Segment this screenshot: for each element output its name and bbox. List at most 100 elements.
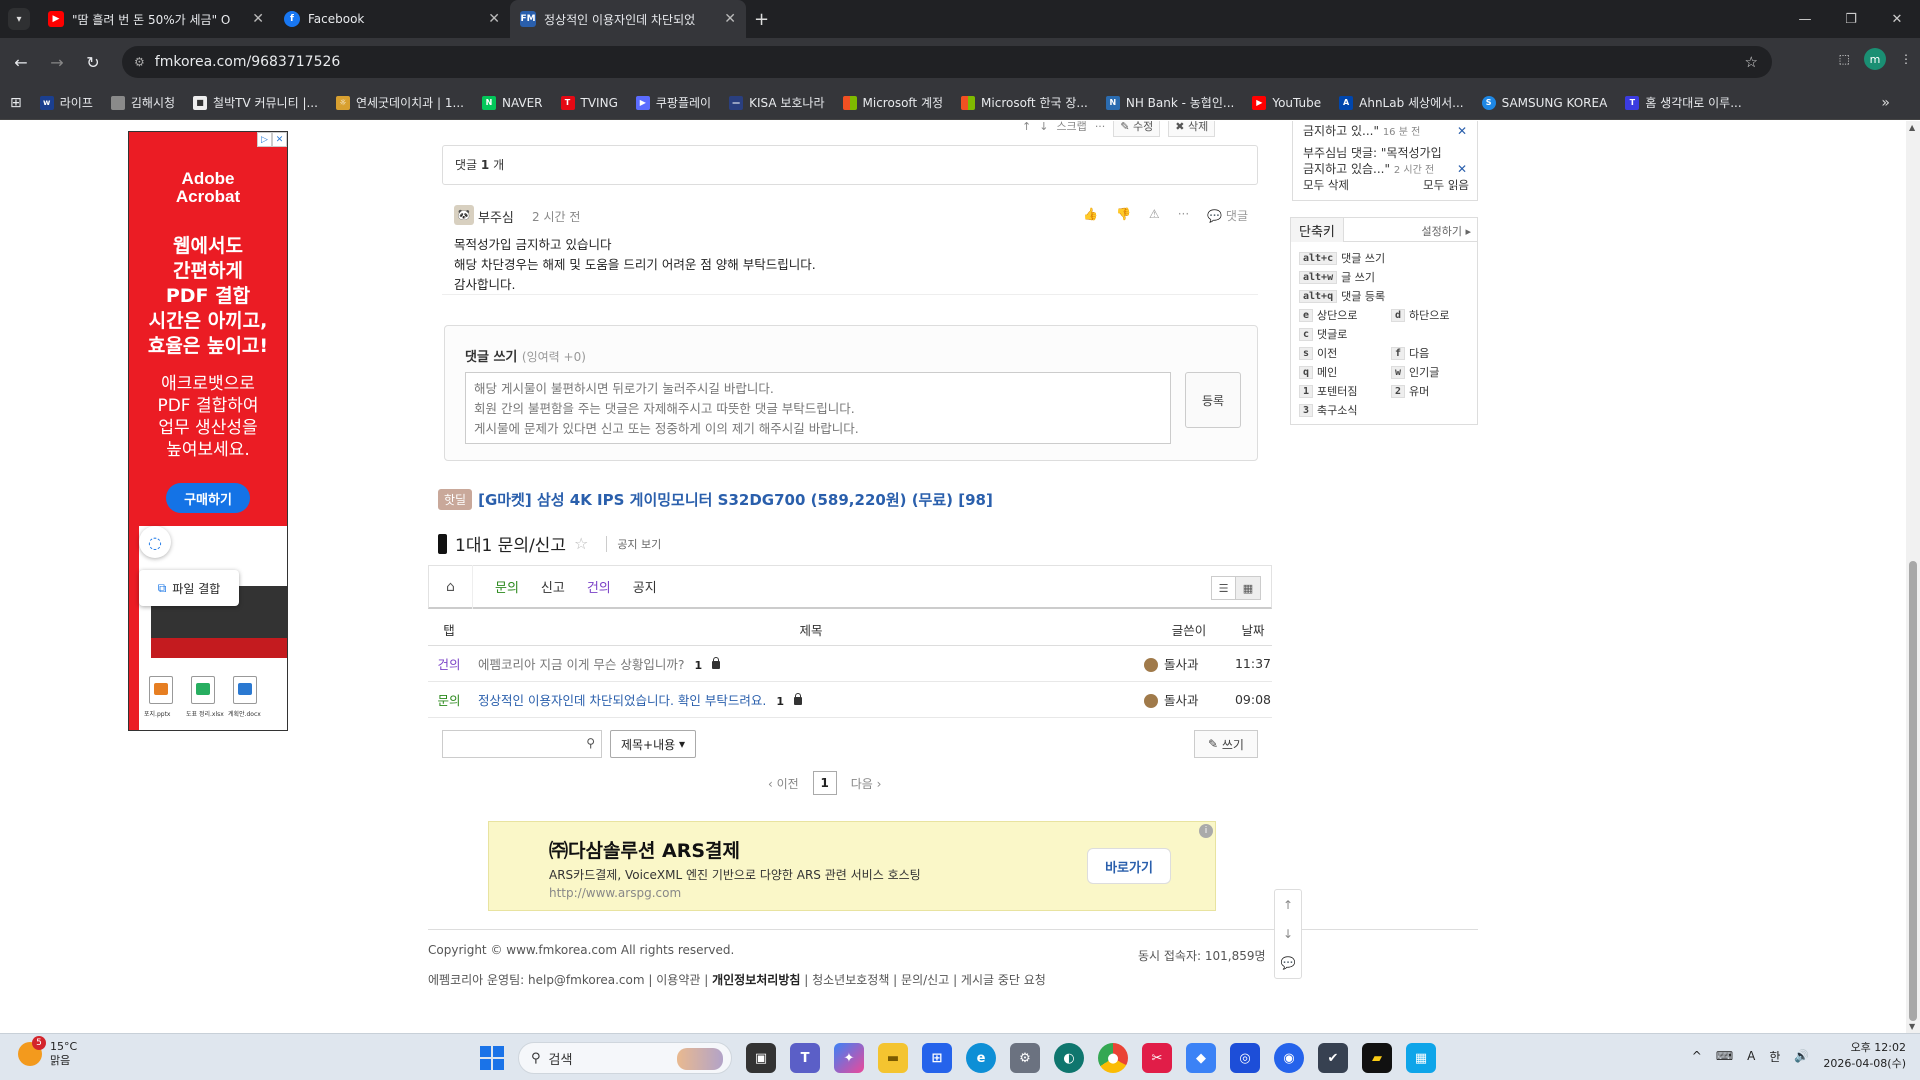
ad-close-icon[interactable]: ✕ [272, 132, 287, 147]
bookmark-item[interactable]: Microsoft 계정 [842, 94, 943, 111]
bookmark-item[interactable]: ■ 철박TV 커뮤니티 |... [193, 94, 318, 111]
footer-link-youth[interactable]: 청소년보호정책 [812, 973, 889, 987]
windows-start-icon[interactable] [480, 1046, 504, 1070]
read-all-notifications[interactable]: 모두 읽음 [1423, 177, 1469, 193]
bookmark-item[interactable]: N NH Bank - 농협인... [1105, 94, 1234, 111]
sticky-notes-icon[interactable]: ▰ [1362, 1043, 1392, 1073]
tab-notice[interactable]: 공지 [633, 577, 657, 596]
settings-icon[interactable]: ⚙ [1010, 1043, 1040, 1073]
bookmark-item[interactable]: T TVING [560, 95, 618, 110]
home-icon[interactable]: ⌂ [429, 564, 473, 609]
delete-all-notifications[interactable]: 모두 삭제 [1303, 178, 1349, 192]
calendar-icon[interactable]: ▦ [1406, 1043, 1436, 1073]
app-icon[interactable]: ◉ [1274, 1043, 1304, 1073]
row-author[interactable]: 돌사과 [1164, 657, 1199, 672]
tab-report[interactable]: 신고 [541, 577, 565, 596]
adobe-ad-banner[interactable]: ▷ ✕ Adobe Acrobat 웹에서도 간편하게 PDF 결합 시간은 아… [128, 131, 288, 731]
network-volume-icon[interactable]: 🔊 [1794, 1049, 1809, 1063]
search-icon[interactable]: ⚲ [586, 736, 595, 750]
footer-link-report[interactable]: 문의/신고 [901, 973, 949, 987]
favorite-star-icon[interactable]: ☆ [574, 534, 588, 553]
file-explorer-icon[interactable]: ▬ [878, 1043, 908, 1073]
ad-info-icon[interactable]: i [1199, 824, 1213, 838]
vote-up-icon[interactable]: ↑ [1022, 121, 1031, 133]
profile-avatar[interactable]: m [1864, 48, 1886, 70]
board-search-input[interactable]: ⚲ [442, 730, 602, 758]
keyboard-icon[interactable]: ⌨ [1716, 1049, 1733, 1063]
row-category[interactable]: 문의 [428, 681, 470, 718]
search-scope-select[interactable]: 제목+내용 ▾ [610, 730, 696, 758]
copilot-icon[interactable]: ✦ [834, 1043, 864, 1073]
report-icon[interactable]: ⚠ [1149, 207, 1160, 224]
footer-link-terms[interactable]: 이용약관 [656, 973, 700, 987]
ime-mode-a[interactable]: A [1747, 1049, 1755, 1063]
minimize-icon[interactable]: — [1782, 0, 1828, 38]
bookmark-item[interactable]: 김해시청 [110, 94, 175, 111]
scroll-comments-icon[interactable]: 💬 [1281, 956, 1296, 970]
bookmark-item[interactable]: ▶ 쿠팡플레이 [635, 94, 711, 111]
taskbar-search[interactable]: ⚲ 검색 [518, 1042, 732, 1074]
close-icon[interactable]: ✕ [724, 11, 736, 27]
more-icon[interactable]: ··· [1095, 121, 1106, 133]
address-bar[interactable]: ⚙ fmkorea.com/9683717526 ☆ [122, 46, 1772, 78]
extensions-icon[interactable]: ⬚ [1839, 52, 1850, 66]
scroll-down-arrow-icon[interactable]: ▼ [1909, 1022, 1915, 1031]
new-tab-button[interactable]: + [754, 9, 769, 30]
scrap-button[interactable]: 스크랩 [1056, 121, 1086, 134]
current-page[interactable]: 1 [812, 771, 837, 795]
close-window-icon[interactable]: ✕ [1874, 0, 1920, 38]
tab-facebook[interactable]: f Facebook ✕ [274, 0, 510, 38]
site-info-icon[interactable]: ⚙ [134, 55, 145, 69]
page-scrollbar[interactable]: ▲ ▼ [1906, 121, 1920, 1033]
prev-page-link[interactable]: ‹ 이전 [768, 775, 799, 792]
bookmark-item[interactable]: ☼ 연세굿데이치과 | 1... [335, 94, 464, 111]
app-icon[interactable]: ◎ [1230, 1043, 1260, 1073]
hotdeal-link[interactable]: 핫딜 [G마켓] 삼성 4K IPS 게이밍모니터 S32DG700 (589,… [438, 489, 993, 510]
ad-buy-button[interactable]: 구매하기 [166, 483, 250, 513]
close-icon[interactable]: ✕ [1457, 161, 1467, 177]
ime-mode-han[interactable]: 한 [1769, 1048, 1780, 1065]
table-row[interactable]: 건의 에펨코리아 지금 이게 무슨 상황입니까? 1 돌사과 11:37 [428, 645, 1272, 682]
scroll-bottom-icon[interactable]: ↓ [1283, 927, 1293, 941]
grid-view-icon[interactable]: ▦ [1236, 577, 1260, 599]
scroll-top-icon[interactable]: ↑ [1283, 898, 1293, 912]
close-icon[interactable]: ✕ [252, 11, 264, 27]
teams-icon[interactable]: T [790, 1043, 820, 1073]
bookmark-item[interactable]: N NAVER [481, 95, 543, 110]
comment-textarea[interactable]: 해당 게시물이 불편하시면 뒤로가기 눌러주시길 바랍니다. 회원 간의 불편함… [465, 372, 1171, 444]
bookmark-item[interactable]: A AhnLab 세상에서... [1339, 94, 1464, 111]
ars-ad-banner[interactable]: ㈜다삼솔루션 ARS결제 ARS카드결제, VoiceXML 엔진 기반으로 다… [488, 821, 1216, 911]
notice-link[interactable]: 공지 보기 [606, 535, 661, 552]
vote-down-icon[interactable]: ↓ [1039, 121, 1048, 133]
menu-icon[interactable]: ⋮ [1900, 52, 1912, 66]
next-page-link[interactable]: 다음 › [851, 775, 882, 792]
ad-info-icon[interactable]: ▷ [257, 132, 272, 147]
back-icon[interactable]: ← [6, 47, 36, 77]
reply-button[interactable]: 💬 댓글 [1207, 207, 1248, 224]
edit-button[interactable]: ✎ 수정 [1113, 121, 1161, 137]
thumbs-up-icon[interactable]: 👍 [1083, 207, 1098, 224]
close-icon[interactable]: ✕ [488, 11, 500, 27]
bookmark-item[interactable]: w 라이프 [39, 94, 93, 111]
store-icon[interactable]: ⊞ [922, 1043, 952, 1073]
comment-submit-button[interactable]: 등록 [1185, 372, 1241, 428]
write-post-button[interactable]: ✎ 쓰기 [1194, 730, 1258, 758]
bookmark-star-icon[interactable]: ☆ [1745, 53, 1758, 71]
bookmark-item[interactable]: S SAMSUNG KOREA [1481, 95, 1607, 110]
restore-icon[interactable]: ❐ [1828, 0, 1874, 38]
app-icon[interactable]: ◐ [1054, 1043, 1084, 1073]
bookmarks-overflow-icon[interactable]: » [1881, 95, 1890, 111]
list-view-icon[interactable]: ☰ [1212, 577, 1236, 599]
tab-fmkorea[interactable]: FM 정상적인 이용자인데 차단되었 ✕ [510, 0, 746, 38]
clock[interactable]: 오후 12:02 2026-04-08(수) [1823, 1040, 1906, 1072]
ars-ad-cta-button[interactable]: 바로가기 [1087, 848, 1171, 884]
thumbs-down-icon[interactable]: 👎 [1116, 207, 1131, 224]
chrome-icon[interactable]: ● [1098, 1043, 1128, 1073]
tab-inquiry[interactable]: 문의 [495, 577, 519, 596]
forward-icon[interactable]: → [42, 47, 72, 77]
row-title[interactable]: 정상적인 이용자인데 차단되었습니다. 확인 부탁드려요. [478, 693, 766, 708]
scrollbar-thumb[interactable] [1909, 561, 1917, 1021]
task-view-icon[interactable]: ▣ [746, 1043, 776, 1073]
hotdeal-title[interactable]: [G마켓] 삼성 4K IPS 게이밍모니터 S32DG700 (589,220… [478, 489, 993, 510]
tray-overflow-icon[interactable]: ^ [1692, 1049, 1702, 1063]
